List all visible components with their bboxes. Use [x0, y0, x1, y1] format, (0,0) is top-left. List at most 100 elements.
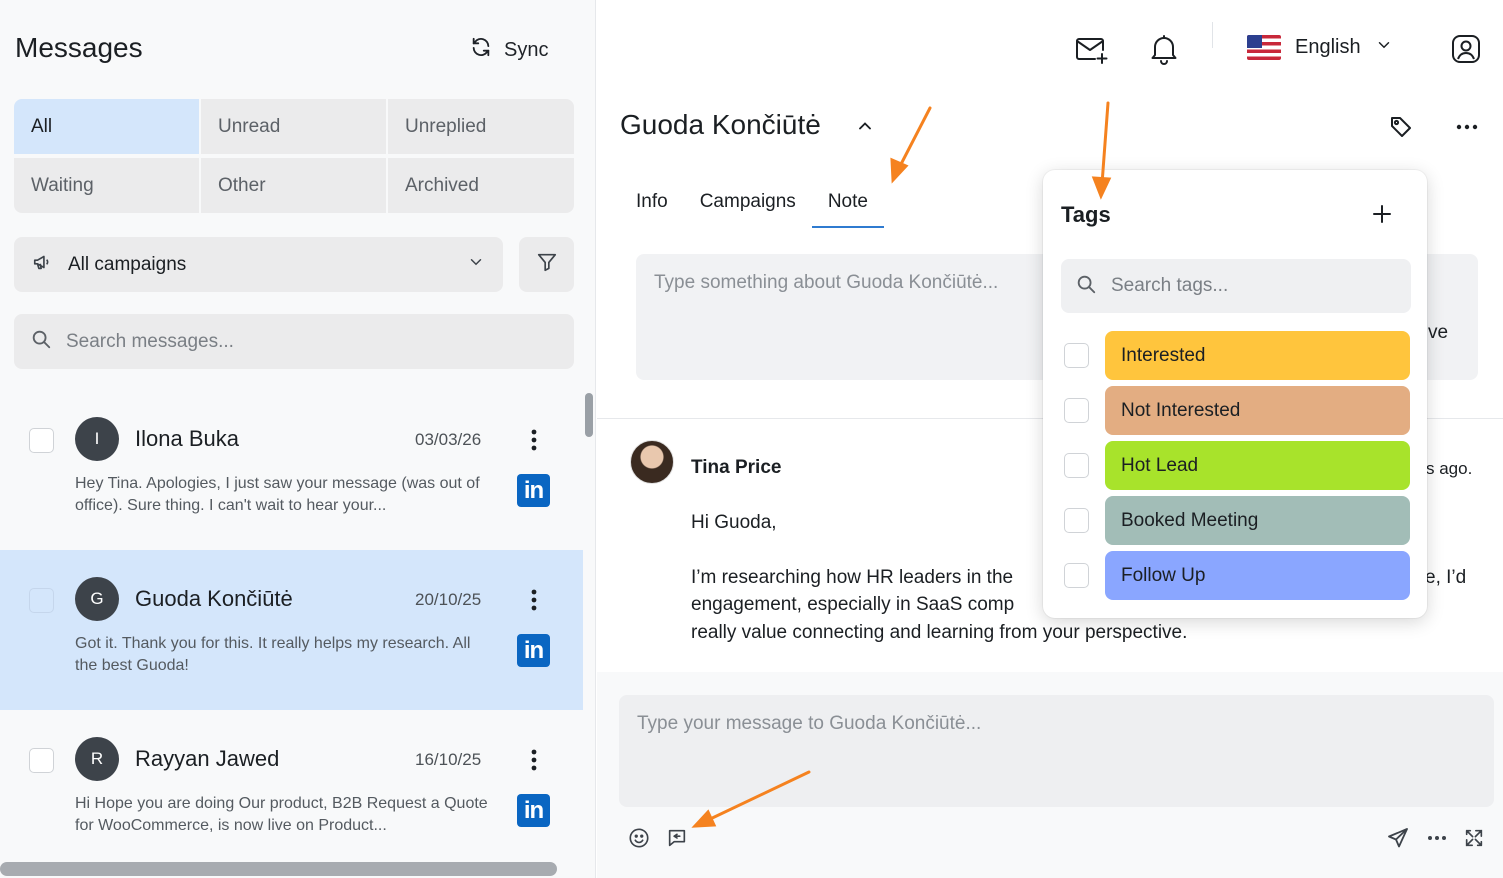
linkedin-icon: in [517, 474, 550, 507]
emoji-icon[interactable] [627, 826, 651, 850]
filter-icon [536, 251, 558, 278]
more-vertical-icon[interactable] [522, 588, 546, 612]
message-preview: Hi Hope you are doing Our product, B2B R… [75, 795, 488, 834]
tag-icon[interactable] [1387, 113, 1415, 141]
contact-header-name: Guoda Končiūtė [620, 109, 821, 140]
note-save-label-partial[interactable]: ve [1428, 322, 1448, 344]
conversation-date: 20/10/25 [415, 590, 482, 609]
tag-not-interested[interactable]: Not Interested [1105, 386, 1410, 435]
tab-note[interactable]: Note [811, 185, 884, 228]
conversation-sidebar: Messages Sync All Unread Unreplied Waiti… [0, 0, 596, 878]
chevron-up-icon[interactable] [855, 116, 875, 141]
search-icon [1075, 273, 1097, 300]
search-icon [30, 328, 52, 355]
linkedin-icon: in [517, 634, 550, 667]
more-vertical-icon[interactable] [522, 428, 546, 452]
annotation-arrow-note [890, 106, 932, 184]
tags-popover: Tags Interested Not Interested Hot Lead … [1043, 170, 1427, 618]
conversation-date: 03/03/26 [415, 430, 482, 449]
message-line-1: I’m researching how HR leaders in the [691, 566, 1014, 588]
quick-reply-icon[interactable] [665, 826, 689, 850]
conversation-item[interactable]: R Rayyan Jawed 16/10/25 Hi Hope you are … [0, 710, 583, 860]
sender-avatar [630, 440, 674, 484]
chevron-down-icon [1375, 36, 1393, 60]
tag-row: Booked Meeting [1064, 496, 1410, 545]
tag-booked-meeting[interactable]: Booked Meeting [1105, 496, 1410, 545]
chevron-down-icon [467, 253, 485, 277]
tag-row: Not Interested [1064, 386, 1410, 435]
filter-unread[interactable]: Unread [201, 99, 386, 154]
tag-checkbox[interactable] [1064, 398, 1089, 423]
tag-hot-lead[interactable]: Hot Lead [1105, 441, 1410, 490]
conversation-item[interactable]: G Guoda Končiūtė 20/10/25 Got it. Thank … [0, 550, 583, 710]
tag-follow-up[interactable]: Follow Up [1105, 551, 1410, 600]
horizontal-scrollbar[interactable] [0, 862, 557, 876]
linkedin-icon: in [517, 794, 550, 827]
conversation-checkbox[interactable] [29, 588, 54, 613]
message-line-2: engagement, especially in SaaS comp [691, 594, 1015, 615]
filter-unreplied[interactable]: Unreplied [388, 99, 574, 154]
message-preview: Got it. Thank you for this. It really he… [75, 635, 471, 674]
megaphone-icon [32, 251, 54, 279]
contact-tabs: Info Campaigns Note [620, 185, 884, 228]
search-messages-input[interactable] [66, 330, 546, 353]
vertical-scrollbar[interactable] [585, 393, 593, 437]
send-icon[interactable] [1385, 826, 1411, 850]
message-sender: Tina Price [691, 457, 782, 478]
message-time: s ago. [1426, 459, 1473, 478]
tags-title: Tags [1061, 202, 1111, 227]
tag-row: Hot Lead [1064, 441, 1410, 490]
tag-interested[interactable]: Interested [1105, 331, 1410, 380]
message-line-1-end: e, I’d [1425, 566, 1467, 588]
topbar-divider [1212, 22, 1213, 48]
more-horizontal-icon[interactable] [1425, 832, 1449, 844]
refresh-icon [470, 36, 492, 64]
conversation-list: I Ilona Buka 03/03/26 Hey Tina. Apologie… [0, 390, 583, 860]
search-messages [14, 314, 574, 369]
sync-label: Sync [504, 38, 549, 61]
language-select[interactable]: English [1247, 35, 1393, 60]
filter-all[interactable]: All [14, 99, 199, 154]
filter-archived[interactable]: Archived [388, 158, 574, 213]
campaign-select[interactable]: All campaigns [14, 237, 503, 292]
filter-other[interactable]: Other [201, 158, 386, 213]
tag-checkbox[interactable] [1064, 453, 1089, 478]
tag-checkbox[interactable] [1064, 563, 1089, 588]
tab-info[interactable]: Info [620, 185, 684, 228]
avatar: G [75, 577, 119, 621]
tags-search [1061, 259, 1411, 313]
conversation-checkbox[interactable] [29, 428, 54, 453]
us-flag-icon [1247, 35, 1281, 60]
message-composer [619, 695, 1494, 807]
conversation-item[interactable]: I Ilona Buka 03/03/26 Hey Tina. Apologie… [0, 390, 583, 550]
filter-button[interactable] [519, 237, 574, 292]
message-preview: Hey Tina. Apologies, I just saw your mes… [75, 475, 480, 514]
message-line-3: really value connecting and learning fro… [691, 621, 1188, 643]
campaign-select-value: All campaigns [68, 253, 187, 275]
user-account-icon[interactable] [1450, 33, 1482, 65]
tags-search-input[interactable] [1111, 275, 1391, 297]
tag-row: Follow Up [1064, 551, 1410, 600]
filter-waiting[interactable]: Waiting [14, 158, 199, 213]
contact-name: Rayyan Jawed [135, 746, 280, 771]
sync-button[interactable]: Sync [470, 36, 548, 64]
tag-checkbox[interactable] [1064, 343, 1089, 368]
expand-icon[interactable] [1462, 826, 1486, 850]
contact-name: Guoda Končiūtė [135, 586, 293, 611]
conversation-checkbox[interactable] [29, 748, 54, 773]
language-label: English [1295, 36, 1361, 58]
avatar: I [75, 417, 119, 461]
avatar: R [75, 737, 119, 781]
conversation-date: 16/10/25 [415, 750, 482, 769]
filter-grid: All Unread Unreplied Waiting Other Archi… [14, 99, 574, 215]
tag-row: Interested [1064, 331, 1410, 380]
compose-mail-icon[interactable] [1074, 34, 1110, 66]
more-vertical-icon[interactable] [522, 748, 546, 772]
tag-checkbox[interactable] [1064, 508, 1089, 533]
page-title: Messages [15, 32, 143, 63]
bell-icon[interactable] [1148, 33, 1180, 65]
tab-campaigns[interactable]: Campaigns [684, 185, 812, 228]
plus-icon[interactable] [1368, 200, 1396, 228]
more-horizontal-icon[interactable] [1454, 115, 1480, 139]
message-input[interactable] [637, 713, 1476, 789]
